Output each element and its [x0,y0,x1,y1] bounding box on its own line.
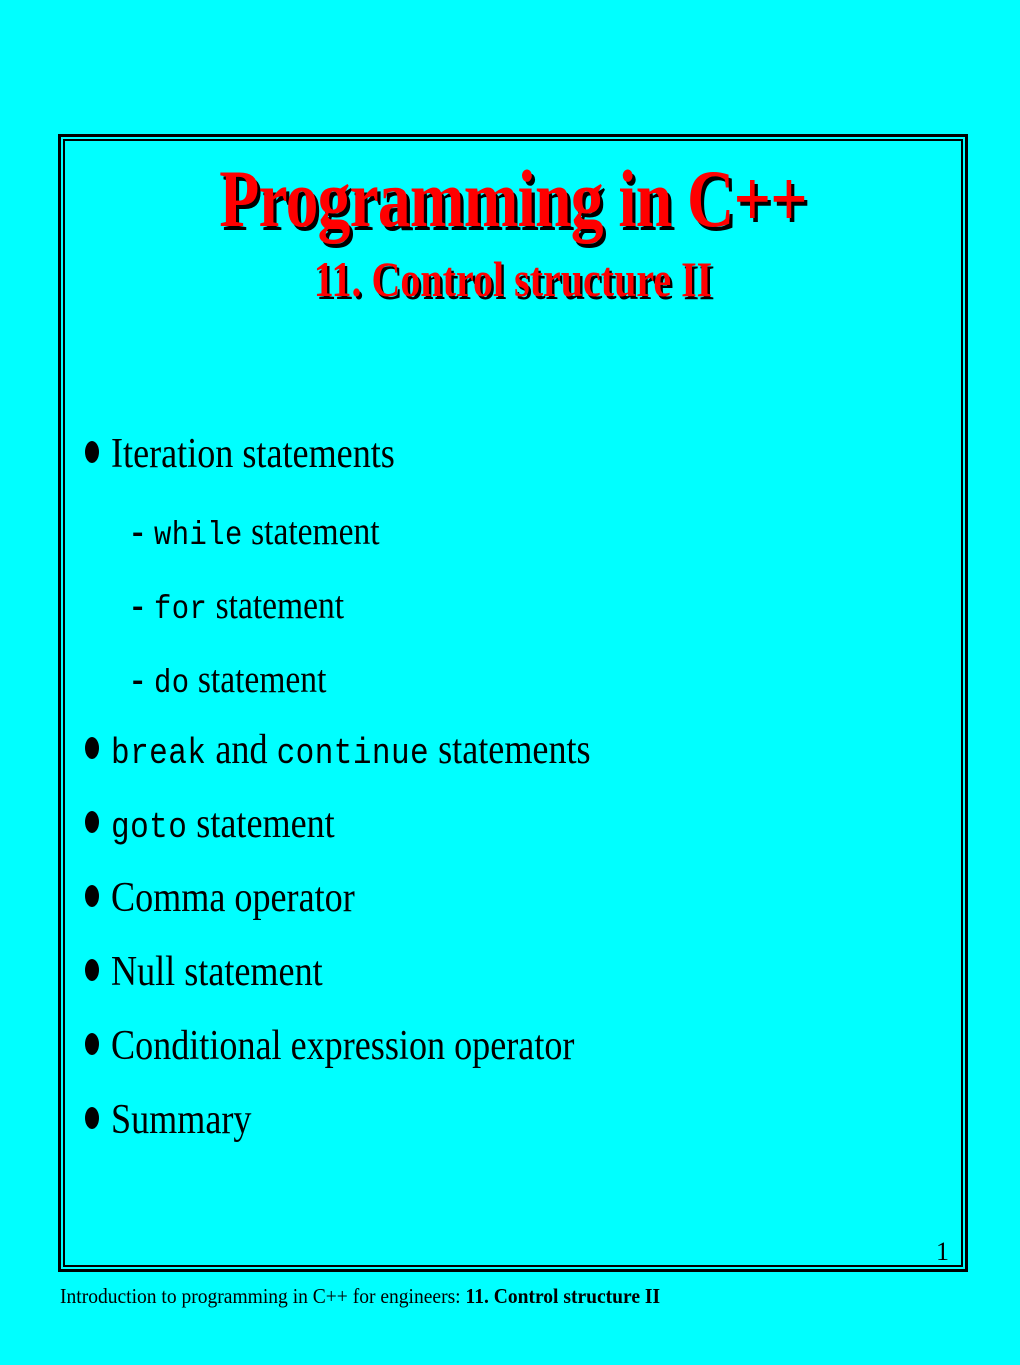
label-text: Comma operator [111,875,355,921]
outline-item-label: do statement [154,660,326,702]
bullet-icon [85,959,99,981]
outline-item-label: Conditional expression operator [111,1025,574,1067]
outline-item: Summary [85,1099,953,1173]
outline-item-label: Summary [111,1099,251,1141]
outline-item: - for statement [85,581,953,655]
bullet-icon [85,737,99,759]
outline-item-label: for statement [154,586,344,628]
outline-item-label: while statement [154,512,380,554]
label-text: statement [207,584,345,627]
code-keyword: break [111,733,207,774]
label-text: statement [187,801,335,847]
footer-chapter: 11. Control structure II [465,1284,661,1308]
outline-list: Iteration statements - while statement - for… [85,433,953,1173]
outline-item-label: Null statement [111,951,323,993]
code-keyword: goto [111,807,188,848]
outline-item-label: Comma operator [111,877,355,919]
label-text: Iteration statements [111,431,395,477]
bullet-icon [85,1107,99,1129]
dash-icon: - [131,508,144,553]
slide-frame: Programming in C++ 11. Control structure… [58,134,968,1272]
outline-item: break and continue statements [85,729,953,803]
bullet-icon [85,811,99,833]
label-text: statement [189,658,327,701]
code-keyword: while [154,517,244,555]
bullet-icon [85,1033,99,1055]
label-text: statement [243,510,380,553]
page-number: 1 [936,1237,949,1266]
code-keyword: continue [276,733,430,774]
slide-page: { "colors": { "background": "#00FFFF", "… [0,0,1020,1365]
outline-item: - while statement [85,507,953,581]
label-text: and [206,727,277,773]
label-text: Null statement [111,949,323,995]
footer-prefix: Introduction to programming in C++ for e… [60,1284,466,1308]
outline-item: Conditional expression operator [85,1025,953,1099]
label-text: Conditional expression operator [111,1023,575,1069]
code-keyword: do [154,665,190,703]
outline-item-label: goto statement [111,803,335,846]
outline-item: Null statement [85,951,953,1025]
bullet-icon [85,441,99,463]
outline-item: goto statement [85,803,953,877]
code-keyword: for [154,591,208,629]
outline-item: Iteration statements [85,433,953,507]
outline-item: - do statement [85,655,953,729]
label-text: Summary [111,1097,252,1143]
outline-item: Comma operator [85,877,953,951]
dash-icon: - [131,582,144,627]
outline-item-label: Iteration statements [111,433,395,475]
bullet-icon [85,885,99,907]
label-text: statements [429,727,591,773]
dash-icon: - [131,656,144,701]
slide-footer: Introduction to programming in C++ for e… [60,1284,660,1309]
outline-item-label: break and continue statements [111,729,591,772]
